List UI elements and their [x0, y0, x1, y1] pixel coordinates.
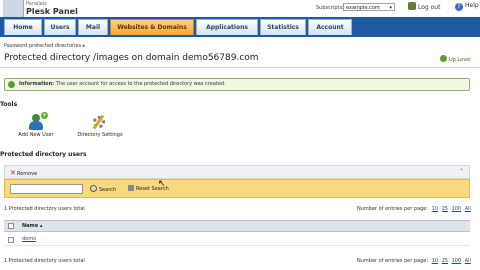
per-page-100[interactable]: 100 [452, 206, 462, 212]
list-toolbar: ✕Remove ⌃ [4, 165, 470, 179]
help-link[interactable]: ? Help [455, 2, 479, 11]
entries-per-page-bottom: Number of entries per page: 10 25 100 Al… [357, 258, 471, 264]
remove-label: Remove [16, 171, 38, 177]
users-heading: Protected directory users [0, 151, 87, 158]
collapse-icon[interactable]: ⌃ [459, 168, 464, 175]
column-name-label: Name [22, 223, 39, 229]
chevron-down-icon: ▾ [389, 5, 392, 11]
top-bar: Parallels Plesk Panel Subscription: exam… [0, 0, 480, 17]
per-page-all-bottom[interactable]: All [465, 258, 471, 264]
info-icon [8, 81, 15, 88]
column-name-header[interactable]: Name ▴ [22, 223, 42, 229]
directory-settings-icon [91, 114, 109, 130]
search-input[interactable] [10, 184, 83, 194]
divider [0, 67, 480, 68]
select-all-checkbox[interactable] [8, 223, 14, 229]
tab-account[interactable]: Account [308, 19, 352, 35]
search-label: Search [99, 187, 117, 193]
remove-icon: ✕ [10, 169, 16, 177]
logout-link[interactable]: Log out [408, 2, 440, 11]
brand-name: Plesk Panel [26, 7, 78, 16]
per-page-25-bottom[interactable]: 25 [442, 258, 448, 264]
per-page-100-bottom[interactable]: 100 [452, 258, 462, 264]
per-page-label: Number of entries per page: [357, 206, 429, 212]
directory-settings-button[interactable]: Directory Settings [74, 114, 126, 138]
breadcrumb[interactable]: Password protected directories ▸ [4, 43, 85, 49]
tools-heading: Tools [0, 101, 18, 108]
per-page-25[interactable]: 25 [442, 206, 448, 212]
per-page-10[interactable]: 10 [432, 206, 438, 212]
table-row: demo [4, 234, 470, 246]
info-text: The user account for access to the prote… [55, 81, 226, 87]
remove-button[interactable]: ✕Remove [10, 169, 37, 177]
up-level-button[interactable]: Up Level [440, 55, 471, 63]
per-page-all[interactable]: All [465, 206, 471, 212]
per-page-label-bottom: Number of entries per page: [357, 258, 429, 264]
add-user-icon: + [27, 112, 48, 130]
logout-label: Log out [418, 4, 441, 11]
users-total: 1 Protected directory users total [4, 206, 85, 212]
tab-applications[interactable]: Applications [196, 19, 258, 35]
subscription-value: example.com [346, 5, 380, 11]
search-bar: Search Reset Search [4, 179, 470, 198]
user-name-link[interactable]: demo [22, 236, 36, 242]
info-label: Information: [19, 81, 55, 87]
entries-per-page: Number of entries per page: 10 25 100 Al… [357, 206, 471, 212]
add-new-user-label: Add New User [18, 132, 54, 138]
parallels-logo [3, 0, 24, 17]
table-header: Name ▴ [4, 220, 470, 232]
subscription-select[interactable]: example.com ▾ [343, 3, 395, 11]
tab-home[interactable]: Home [4, 19, 42, 35]
tab-mail[interactable]: Mail [78, 19, 108, 35]
breadcrumb-link[interactable]: Password protected directories [4, 43, 81, 49]
users-total-bottom: 1 Protected directory users total [4, 258, 85, 264]
up-level-icon [440, 55, 447, 62]
per-page-10-bottom[interactable]: 10 [432, 258, 438, 264]
row-checkbox[interactable] [8, 237, 14, 243]
help-label: Help [465, 2, 479, 9]
up-level-label: Up Level [449, 57, 471, 63]
tab-websites-domains[interactable]: Websites & Domains [110, 19, 194, 35]
help-icon: ? [455, 3, 463, 11]
directory-settings-label: Directory Settings [77, 132, 123, 138]
logout-icon [408, 2, 416, 10]
tab-users[interactable]: Users [44, 19, 76, 35]
search-icon [90, 185, 97, 192]
tab-statistics[interactable]: Statistics [260, 19, 306, 35]
mouse-cursor-icon: ↖ [158, 179, 166, 189]
reset-icon [128, 185, 134, 191]
add-new-user-button[interactable]: + Add New User [10, 112, 62, 138]
info-message: Information: The user account for access… [4, 78, 470, 91]
search-button[interactable]: Search [90, 185, 116, 193]
brand: Parallels Plesk Panel [26, 2, 78, 17]
page-title: Protected directory /images on domain de… [4, 53, 259, 63]
